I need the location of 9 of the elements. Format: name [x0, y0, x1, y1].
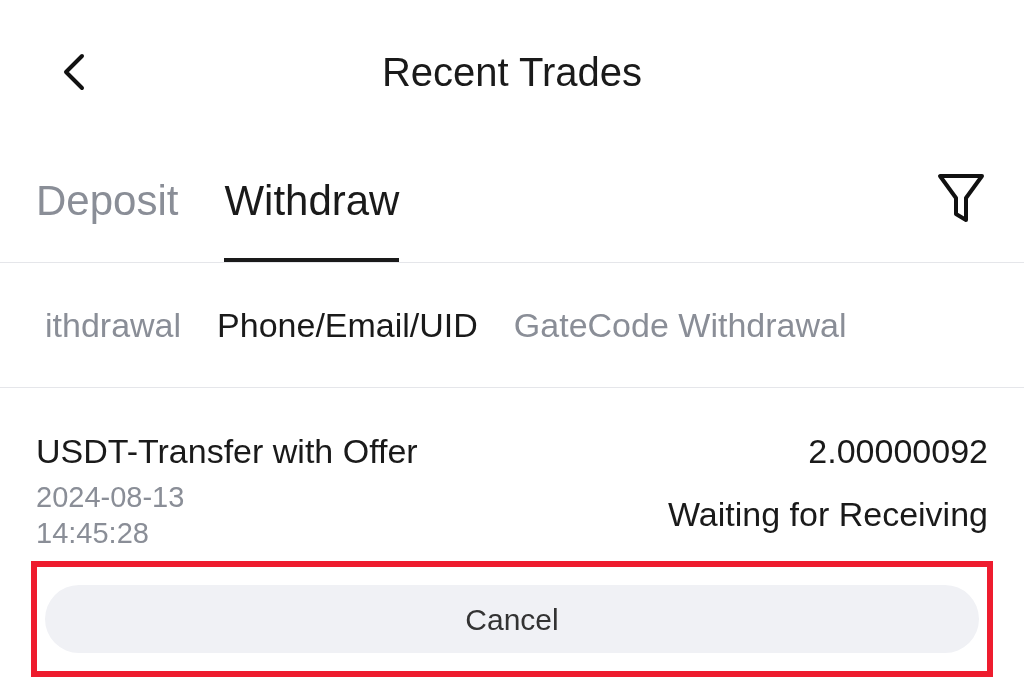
record-title: USDT-Transfer with Offer: [36, 431, 418, 472]
record-amount: 2.00000092: [808, 431, 988, 472]
tab[interactable]: Withdraw: [224, 169, 400, 262]
cancel-button[interactable]: Cancel: [45, 585, 979, 653]
page-title: Recent Trades: [381, 49, 643, 96]
subtab[interactable]: Phone/Email/UID: [217, 299, 478, 351]
record-date: 2024-08-13: [36, 480, 185, 515]
record-status: Waiting for Receiving: [668, 494, 988, 535]
record-time: 14:45:28: [36, 516, 150, 551]
